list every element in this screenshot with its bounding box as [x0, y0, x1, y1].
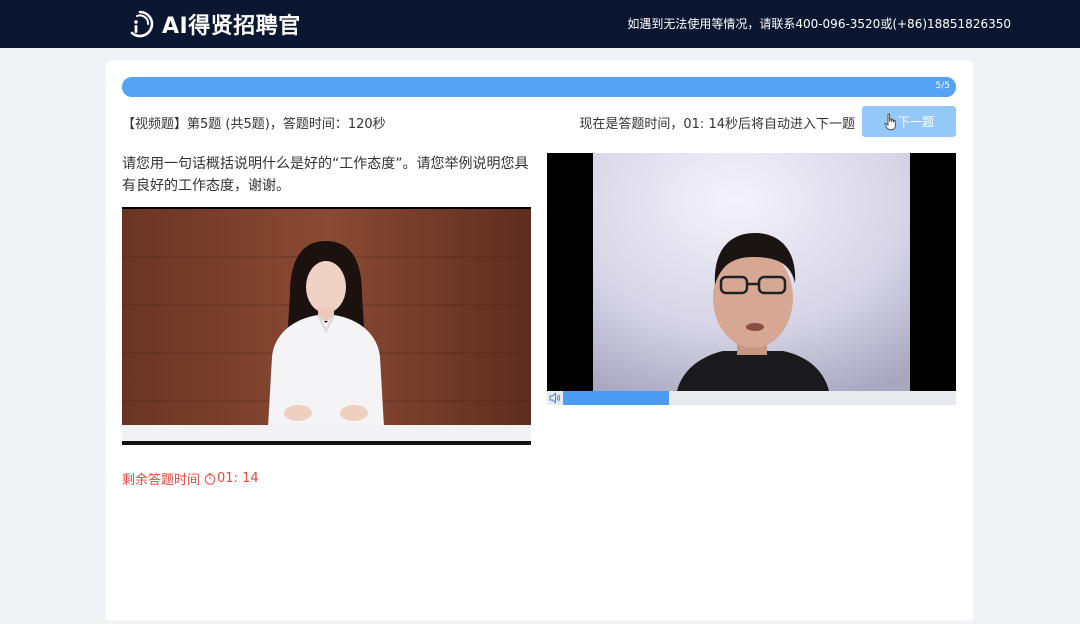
remaining-time-value: 01: 14	[217, 471, 259, 486]
progress-bar: 5/5	[122, 77, 956, 97]
volume-icon[interactable]	[549, 392, 561, 404]
clock-icon	[204, 472, 216, 485]
video-controls[interactable]	[547, 391, 956, 405]
progress-label: 5/5	[935, 81, 950, 91]
next-question-button[interactable]: 下一题	[862, 106, 956, 137]
brand-logo[interactable]: AI得贤招聘官	[126, 8, 301, 40]
interviewer-video-frame	[122, 209, 531, 445]
candidate-camera-frame	[547, 153, 956, 391]
brand-name: AI得贤招聘官	[162, 14, 301, 39]
playback-progress[interactable]	[563, 391, 669, 405]
interview-card: 5/5 【视频题】第5题 (共5题)，答题时间：120秒 现在是答题时间，01:…	[106, 61, 973, 621]
top-bar: AI得贤招聘官 如遇到无法使用等情况，请联系400-096-3520或(+86)…	[0, 0, 1080, 48]
auto-advance-message: 现在是答题时间，01: 14秒后将自动进入下一题	[579, 117, 855, 132]
progress-fill	[122, 77, 956, 97]
remaining-time-label: 剩余答题时间	[122, 473, 201, 488]
candidate-camera[interactable]	[547, 153, 956, 405]
question-meta: 【视频题】第5题 (共5题)，答题时间：120秒	[122, 117, 386, 132]
support-contact: 如遇到无法使用等情况，请联系400-096-3520或(+86)18851826…	[627, 17, 1011, 31]
remaining-time: 剩余答题时间 01: 14	[122, 469, 259, 488]
pointer-hand-icon	[884, 113, 896, 130]
logo-icon	[130, 10, 154, 38]
interviewer-video[interactable]	[122, 207, 531, 445]
question-text: 请您用一句话概括说明什么是好的“工作态度”。请您举例说明您具有良好的工作态度，谢…	[122, 156, 529, 194]
next-button-label: 下一题	[897, 115, 934, 129]
